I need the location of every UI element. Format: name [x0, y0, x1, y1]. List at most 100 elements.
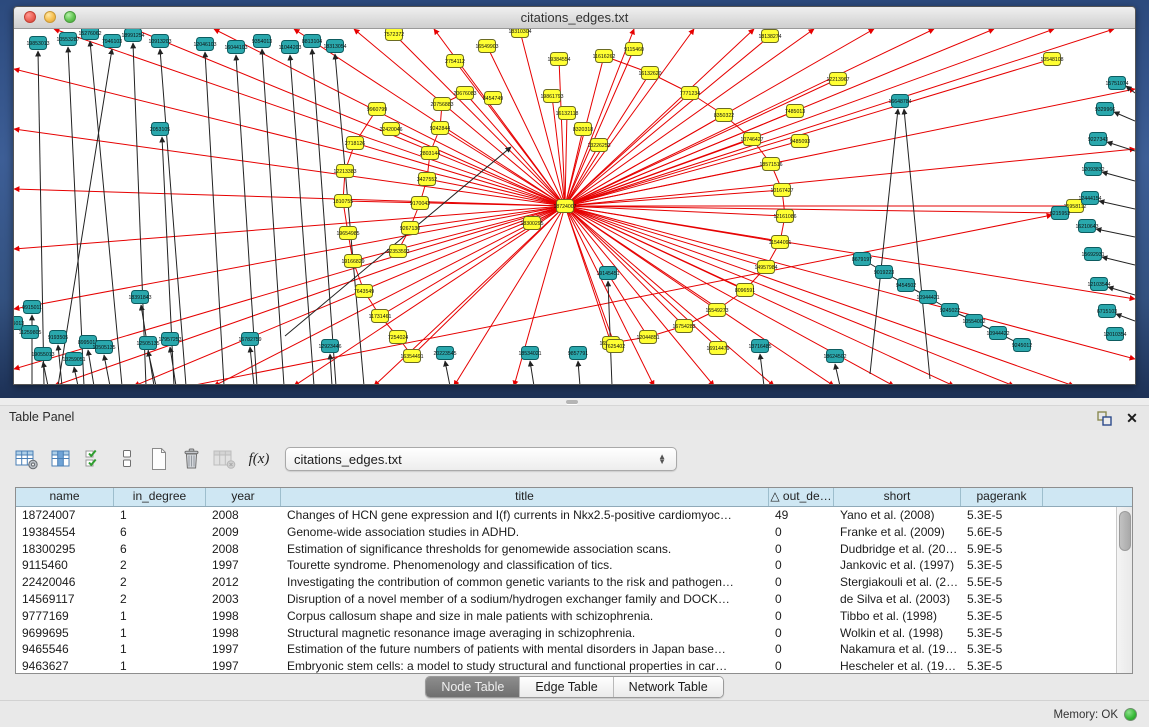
table-row[interactable]: 946554611997Estimation of the future num…: [16, 641, 1132, 658]
graph-node[interactable]: 19654985: [336, 227, 359, 240]
table-row[interactable]: 1938455462009Genome-wide association stu…: [16, 524, 1132, 541]
scrollbar-thumb[interactable]: [1119, 511, 1131, 551]
graph-node[interactable]: 16648784: [888, 95, 911, 108]
column-header-pagerank[interactable]: pagerank: [961, 488, 1043, 506]
graph-node[interactable]: 9485093: [790, 135, 810, 148]
graph-node[interactable]: 7254024: [388, 331, 408, 344]
graph-node[interactable]: 12213383: [333, 165, 356, 178]
graph-node[interactable]: 13716485: [748, 340, 771, 353]
graph-node[interactable]: 8813104: [302, 35, 322, 48]
graph-node[interactable]: 11616262: [593, 50, 616, 63]
graph-node[interactable]: 9960799: [367, 103, 387, 116]
graph-node[interactable]: 16754283: [672, 320, 695, 333]
graph-node[interactable]: 11544091: [769, 236, 792, 249]
table-row[interactable]: 1456911722003Disruption of a novel membe…: [16, 591, 1132, 608]
graph-node[interactable]: 11259805: [19, 326, 42, 339]
graph-node[interactable]: 7572372: [384, 29, 404, 41]
graph-node[interactable]: 15549273: [705, 304, 728, 317]
graph-node[interactable]: 9354013: [252, 35, 272, 48]
graph-node[interactable]: 9170043: [410, 197, 430, 210]
graph-node[interactable]: 19055013: [31, 348, 54, 361]
graph-node[interactable]: 9267130: [400, 222, 420, 235]
graph-node[interactable]: 18313054: [323, 40, 346, 53]
graph-node[interactable]: 9019223: [874, 266, 894, 279]
graph-node[interactable]: 18534021: [518, 347, 541, 360]
graph-node[interactable]: 3427552: [417, 173, 437, 186]
graph-node[interactable]: 12923446: [318, 340, 341, 353]
tab-node-table[interactable]: Node Table: [426, 677, 519, 697]
column-chooser-button[interactable]: [47, 444, 77, 474]
graph-node[interactable]: 10167427: [770, 184, 793, 197]
graph-node[interactable]: 12103544: [1087, 278, 1110, 291]
graph-node[interactable]: 19853013: [26, 37, 49, 50]
graph-node[interactable]: 18624502: [823, 350, 846, 363]
graph-node[interactable]: 11731461: [369, 310, 392, 323]
column-header-title[interactable]: title: [281, 488, 769, 506]
graph-node[interactable]: 12444154: [1078, 192, 1101, 205]
graph-node[interactable]: 20756883: [430, 98, 453, 111]
graph-node[interactable]: 7625402: [605, 340, 625, 353]
table-row[interactable]: 1872400712008Changes of HCN gene express…: [16, 507, 1132, 524]
graph-node[interactable]: 9115460: [624, 43, 644, 56]
graph-node[interactable]: 8679197: [852, 253, 872, 266]
graph-node[interactable]: 9193505: [48, 331, 68, 344]
graph-node[interactable]: 19861793: [540, 90, 563, 103]
graph-node[interactable]: 16044103: [224, 41, 247, 54]
graph-node[interactable]: 19166829: [341, 255, 364, 268]
graph-node[interactable]: 10505135: [92, 341, 115, 354]
column-header-in_degree[interactable]: in_degree: [114, 488, 206, 506]
graph-node[interactable]: 8320318: [573, 123, 593, 136]
column-header-short[interactable]: short: [834, 488, 961, 506]
network-canvas[interactable]: 1872400799607992718126122133831810755196…: [14, 29, 1135, 384]
graph-node[interactable]: 16782759: [238, 333, 261, 346]
float-panel-button[interactable]: [1095, 409, 1113, 427]
splitter-handle-icon[interactable]: [566, 400, 578, 404]
column-header-out_degree[interactable]: △ out_de…: [769, 488, 834, 506]
graph-node[interactable]: 10548108: [1040, 53, 1063, 66]
graph-node[interactable]: 18571516: [759, 158, 782, 171]
row-height-button[interactable]: [112, 444, 142, 474]
graph-node[interactable]: 19145451: [596, 267, 619, 280]
graph-node[interactable]: 9242844: [430, 122, 450, 135]
graph-node[interactable]: 11044203: [279, 41, 302, 54]
graph-node[interactable]: 12010354: [1103, 328, 1126, 341]
graph-node[interactable]: 2754112: [445, 55, 465, 68]
delete-button[interactable]: [177, 444, 207, 474]
graph-node[interactable]: 9245012: [1012, 339, 1032, 352]
graph-node[interactable]: 18391843: [128, 291, 151, 304]
graph-node[interactable]: 12046103: [193, 38, 216, 51]
graph-node[interactable]: 10746427: [740, 133, 763, 146]
column-header-year[interactable]: year: [206, 488, 281, 506]
graph-node[interactable]: 10554002: [962, 315, 985, 328]
graph-node[interactable]: 15751074: [1105, 77, 1128, 90]
graph-node[interactable]: 10944421: [916, 291, 939, 304]
graph-node[interactable]: 18310304: [508, 29, 531, 38]
graph-node[interactable]: 7643549: [354, 285, 374, 298]
table-row[interactable]: 969969511998Structural magnetic resonanc…: [16, 625, 1132, 642]
panel-splitter[interactable]: [0, 398, 1149, 406]
graph-node[interactable]: 13259051: [62, 353, 85, 366]
graph-node[interactable]: 16132118: [556, 107, 579, 120]
graph-node[interactable]: 9227343: [1088, 133, 1108, 146]
graph-node[interactable]: 2803144: [420, 147, 440, 160]
graph-node[interactable]: 16914479: [706, 342, 729, 355]
table-row[interactable]: 946362711997Embryonic stem cells: a mode…: [16, 658, 1132, 673]
graph-node[interactable]: 19384554: [547, 53, 570, 66]
graph-node[interactable]: 18138274: [758, 30, 781, 43]
graph-node[interactable]: 9857791: [568, 347, 588, 360]
close-panel-button[interactable]: ✕: [1123, 409, 1141, 427]
graph-node[interactable]: 6715103: [1097, 305, 1117, 318]
graph-node[interactable]: 18724007: [553, 200, 576, 213]
graph-node[interactable]: 17957253: [158, 333, 181, 346]
graph-node[interactable]: 9454502: [896, 279, 916, 292]
table-row[interactable]: 911546021997Tourette syndrome. Phenomeno…: [16, 557, 1132, 574]
graph-node[interactable]: 2053105: [150, 123, 170, 136]
graph-node[interactable]: 8215953: [1050, 207, 1070, 220]
graph-node[interactable]: 12044851: [636, 331, 659, 344]
graph-node[interactable]: 2718126: [345, 137, 365, 150]
table-row[interactable]: 2242004622012Investigating the contribut…: [16, 574, 1132, 591]
function-builder-button[interactable]: f(x): [244, 444, 274, 474]
graph-node[interactable]: 7485013: [785, 105, 805, 118]
graph-node[interactable]: 12353593: [386, 245, 409, 258]
window-titlebar[interactable]: citations_edges.txt: [14, 7, 1135, 29]
